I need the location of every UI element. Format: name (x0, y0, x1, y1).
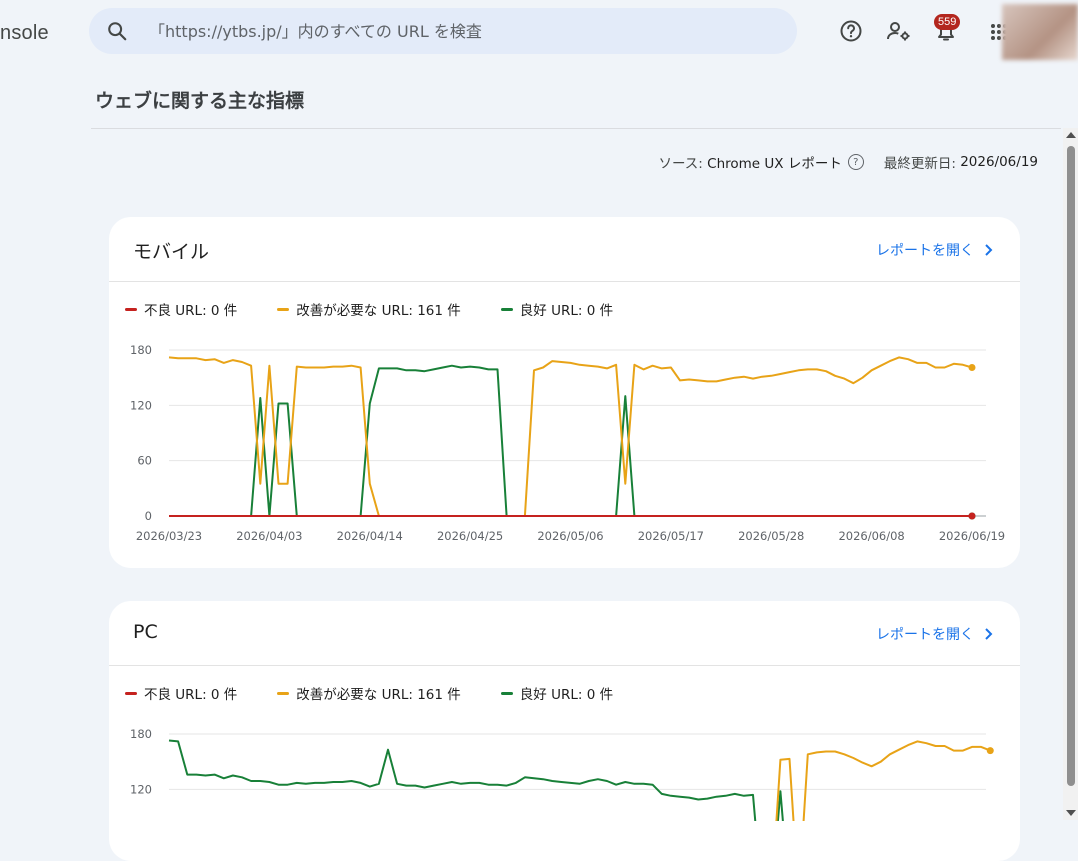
legend-item-poor[interactable]: 不良 URL: 0 件 (125, 683, 237, 703)
x-tick-label: 2026/04/03 (236, 529, 302, 543)
y-tick-label: 60 (137, 454, 152, 468)
search-input[interactable] (149, 21, 769, 41)
chevron-right-icon (985, 628, 993, 640)
series-end-point (968, 364, 976, 372)
x-tick-label: 2026/05/17 (638, 529, 704, 543)
x-tick-label: 2026/03/23 (136, 529, 202, 543)
series-end-point (968, 512, 976, 520)
source-value: Chrome UX レポート (707, 156, 842, 172)
legend-item-needs-improvement[interactable]: 改善が必要な URL: 161 件 (277, 299, 461, 319)
legend-item-good[interactable]: 良好 URL: 0 件 (500, 683, 613, 703)
legend-item-poor[interactable]: 不良 URL: 0 件 (125, 299, 237, 319)
page-scrollbar[interactable] (1063, 128, 1078, 820)
chart-legend: 不良 URL: 0 件 改善が必要な URL: 161 件 良好 URL: 0 … (125, 683, 653, 703)
open-report-label: レポートを開く (876, 243, 974, 259)
x-tick-label: 2026/05/06 (537, 529, 603, 543)
card-title: PC (133, 621, 158, 643)
open-report-link[interactable]: レポートを開く (876, 240, 996, 260)
notification-badge: 559 (934, 14, 961, 30)
search-icon[interactable] (89, 8, 145, 54)
x-tick-label: 2026/04/25 (437, 529, 503, 543)
pc-card: PC レポートを開く 不良 URL: 0 件 改善が必要な URL: 161 件… (109, 601, 1020, 861)
scroll-down-arrow[interactable] (1066, 810, 1076, 816)
y-tick-label: 120 (130, 398, 152, 412)
pc-line-chart: 120 180 (130, 727, 994, 821)
series-line (169, 364, 972, 517)
card-header: PC レポートを開く (109, 601, 1020, 666)
source-label: ソース: (658, 156, 703, 172)
card-header: モバイル レポートを開く (109, 217, 1020, 282)
header-divider (91, 128, 1061, 129)
open-report-label: レポートを開く (876, 627, 974, 643)
open-report-link[interactable]: レポートを開く (876, 624, 996, 644)
mobile-card: モバイル レポートを開く 不良 URL: 0 件 改善が必要な URL: 161… (109, 217, 1020, 568)
source-help-icon[interactable]: ? (847, 154, 864, 170)
page-title: ウェブに関する主な指標 (95, 91, 305, 112)
x-tick-label: 2026/05/28 (738, 529, 804, 543)
legend-item-good[interactable]: 良好 URL: 0 件 (500, 299, 613, 319)
x-tick-label: 2026/06/08 (838, 529, 904, 543)
y-tick-label: 0 (145, 509, 152, 523)
y-tick-label: 180 (130, 727, 152, 741)
mobile-line-chart: 0 60 120 180 2026/03/23 2026/04/03 2026/04/14 2… (130, 343, 1005, 543)
series-line (775, 740, 991, 821)
chart-legend: 不良 URL: 0 件 改善が必要な URL: 161 件 良好 URL: 0 … (125, 299, 653, 319)
avatar[interactable] (1002, 4, 1078, 60)
series-line (168, 739, 784, 821)
updated-value: 2026/06/19 (960, 154, 1038, 170)
legend-item-needs-improvement[interactable]: 改善が必要な URL: 161 件 (277, 683, 461, 703)
help-icon[interactable] (836, 16, 866, 46)
scroll-up-arrow[interactable] (1066, 132, 1076, 138)
scrollbar-thumb[interactable] (1067, 146, 1075, 786)
search-bar[interactable] (89, 8, 797, 54)
series-end-point (986, 747, 994, 755)
chevron-right-icon (985, 244, 993, 256)
updated-label: 最終更新日: (883, 156, 956, 172)
report-meta: ソース: Chrome UX レポート ? 最終更新日: 2026/06/19 (658, 152, 1038, 172)
x-tick-label: 2026/04/14 (337, 529, 403, 543)
y-tick-label: 180 (130, 343, 152, 357)
manage-accounts-icon[interactable] (884, 16, 914, 46)
y-tick-label: 120 (130, 782, 152, 796)
app-brand[interactable]: nsole (0, 22, 49, 45)
top-bar: nsole 559 (0, 0, 1078, 64)
x-tick-label: 2026/06/19 (939, 529, 1005, 543)
card-title: モバイル (133, 241, 210, 263)
